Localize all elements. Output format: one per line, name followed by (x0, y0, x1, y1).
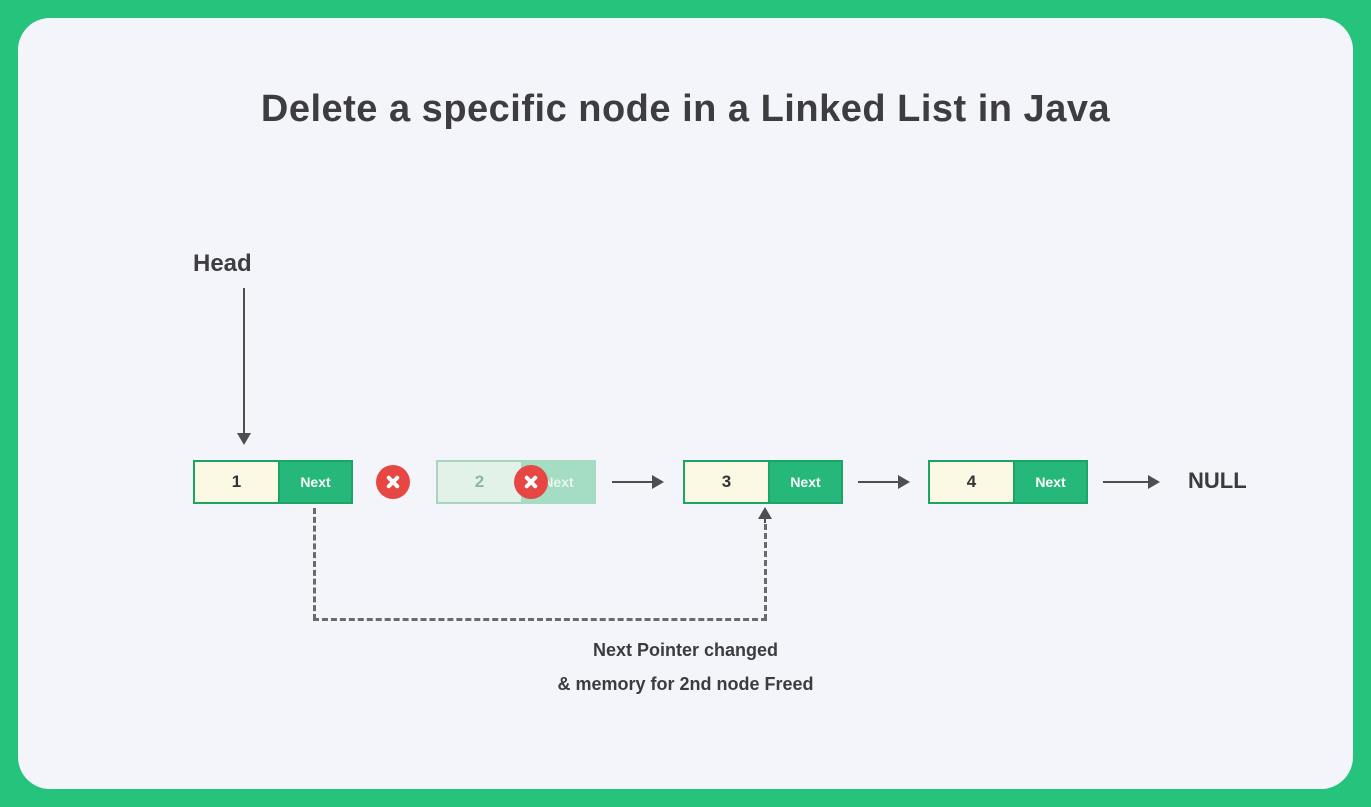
node-1-value: 1 (193, 460, 278, 504)
node-2-value: 2 (436, 460, 521, 504)
node-1-next: Next (278, 460, 353, 504)
caption-line-2: & memory for 2nd node Freed (18, 674, 1353, 695)
node-3-next: Next (768, 460, 843, 504)
diagram-panel: Delete a specific node in a Linked List … (18, 18, 1353, 789)
arrow-2-to-3 (612, 481, 662, 483)
node-4: 4 Next (928, 460, 1088, 504)
node-4-next: Next (1013, 460, 1088, 504)
node-3: 3 Next (683, 460, 843, 504)
head-arrow (243, 288, 245, 443)
head-label: Head (193, 250, 252, 278)
reroute-across (313, 618, 767, 621)
node-4-value: 4 (928, 460, 1013, 504)
arrow-3-to-4 (858, 481, 908, 483)
reroute-down (313, 508, 316, 620)
null-label: NULL (1188, 468, 1247, 494)
node-3-value: 3 (683, 460, 768, 504)
reroute-arrowhead (764, 509, 766, 523)
arrow-4-to-null (1103, 481, 1158, 483)
node-1: 1 Next (193, 460, 353, 504)
delete-icon (514, 465, 548, 499)
reroute-up (764, 524, 767, 620)
diagram-title: Delete a specific node in a Linked List … (18, 88, 1353, 131)
outer-frame: Delete a specific node in a Linked List … (0, 0, 1371, 807)
delete-icon (376, 465, 410, 499)
caption-line-1: Next Pointer changed (18, 640, 1353, 661)
